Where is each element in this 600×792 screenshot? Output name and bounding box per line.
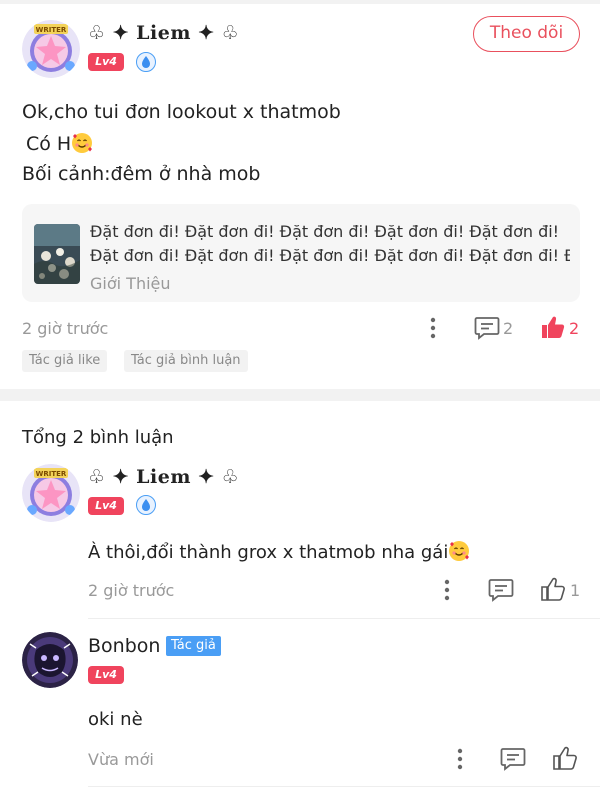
story-subtitle: Giới Thiệu bbox=[90, 274, 171, 293]
liked-thumb-icon[interactable] bbox=[540, 314, 566, 344]
smiling-face-with-hearts-icon bbox=[448, 540, 470, 562]
comments-total-heading: Tổng 2 bình luận bbox=[22, 427, 174, 448]
reply-icon[interactable] bbox=[500, 747, 526, 775]
follow-button[interactable]: Theo dõi bbox=[473, 16, 580, 52]
post-line-3: Bối cảnh:đêm ở nhà mob bbox=[22, 163, 261, 185]
author-commented-tag: Tác giả bình luận bbox=[124, 350, 248, 372]
svg-text:WRITER: WRITER bbox=[36, 26, 67, 34]
level-badge: Lv4 bbox=[88, 53, 124, 71]
comment-author-name[interactable]: Bonbon bbox=[88, 635, 160, 657]
like-thumb-icon[interactable] bbox=[552, 745, 578, 775]
story-excerpt-line-2: Đặt đơn đi! Đặt đơn đi! Đặt đơn đi! Đặt … bbox=[90, 246, 570, 265]
comment-divider bbox=[88, 786, 600, 787]
comment-like-count: 1 bbox=[570, 581, 581, 600]
level-badge: Lv4 bbox=[88, 497, 124, 515]
linked-story-card[interactable]: Đặt đơn đi! Đặt đơn đi! Đặt đơn đi! Đặt … bbox=[22, 204, 580, 302]
comment-timestamp: Vừa mới bbox=[88, 750, 154, 769]
post-line-1: Ok,cho tui đơn lookout x thatmob bbox=[22, 101, 341, 123]
like-count: 2 bbox=[569, 319, 580, 338]
post-line-2-text: Có H bbox=[26, 133, 72, 155]
post-author-avatar[interactable]: WRITER bbox=[22, 20, 80, 78]
level-badge: Lv4 bbox=[88, 666, 124, 684]
top-divider bbox=[0, 0, 600, 4]
smiling-face-with-hearts-icon bbox=[71, 132, 93, 154]
more-options-icon[interactable] bbox=[428, 316, 438, 344]
author-tag: Tác giả bbox=[166, 636, 221, 656]
comment-timestamp: 2 giờ trước bbox=[88, 581, 175, 600]
comment-text: À thôi,đổi thành grox x thatmob nha gái bbox=[88, 540, 470, 563]
story-excerpt-line-1: Đặt đơn đi! Đặt đơn đi! Đặt đơn đi! Đặt … bbox=[90, 222, 560, 241]
post-line-2: Có H bbox=[26, 132, 93, 155]
comment-divider bbox=[88, 618, 600, 619]
comment-author-avatar[interactable] bbox=[22, 632, 78, 688]
author-liked-tag: Tác giả like bbox=[22, 350, 108, 372]
more-options-icon[interactable] bbox=[455, 747, 465, 775]
post-author-name[interactable]: ♧ ✦ Liem ✦ ♧ bbox=[88, 22, 239, 44]
reply-icon[interactable] bbox=[488, 578, 514, 606]
comment-author-name[interactable]: ♧ ✦ Liem ✦ ♧ bbox=[88, 466, 239, 488]
story-thumbnail bbox=[34, 224, 80, 284]
comment-text-content: À thôi,đổi thành grox x thatmob nha gái bbox=[88, 542, 449, 563]
comment-author-avatar[interactable]: WRITER bbox=[22, 464, 80, 522]
verified-drop-icon bbox=[136, 495, 156, 515]
comment-icon[interactable] bbox=[474, 316, 500, 344]
like-thumb-icon[interactable] bbox=[540, 576, 566, 606]
section-divider bbox=[0, 389, 600, 401]
more-options-icon[interactable] bbox=[442, 578, 452, 606]
post-timestamp: 2 giờ trước bbox=[22, 319, 109, 338]
verified-drop-icon bbox=[136, 52, 156, 72]
comment-text: oki nè bbox=[88, 709, 143, 730]
comment-count: 2 bbox=[503, 319, 514, 338]
svg-text:WRITER: WRITER bbox=[36, 470, 67, 478]
